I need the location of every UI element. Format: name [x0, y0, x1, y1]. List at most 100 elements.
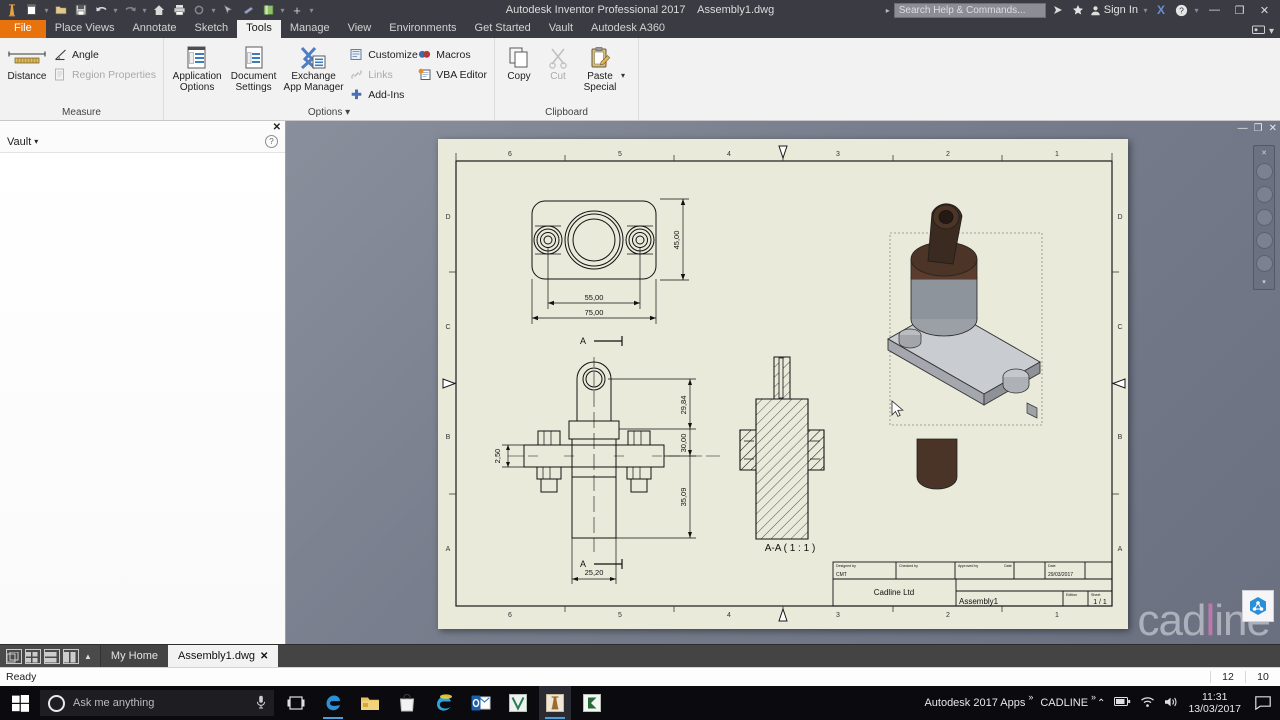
help-icon[interactable]: ? — [1173, 3, 1189, 18]
exchange-app-manager-button[interactable]: Exchange App Manager — [281, 42, 346, 93]
vault-v-icon[interactable] — [502, 686, 534, 720]
measure-icon[interactable] — [239, 2, 257, 19]
tab-tools[interactable]: Tools — [237, 20, 281, 38]
zoom-icon[interactable] — [1255, 209, 1273, 226]
inventor-icon[interactable] — [539, 686, 571, 720]
open-icon[interactable] — [52, 2, 70, 19]
exchange-icon[interactable]: X — [1153, 3, 1169, 18]
material-dropdown[interactable]: ▾ — [279, 6, 286, 15]
taskbar-clock[interactable]: 11:31 13/03/2017 — [1188, 691, 1241, 715]
store-icon[interactable] — [391, 686, 423, 720]
cadline-c-icon[interactable] — [576, 686, 608, 720]
vba-editor-button[interactable]: VBA Editor — [414, 66, 490, 83]
tile-cascade-icon[interactable] — [6, 648, 22, 664]
internet-explorer-icon[interactable] — [428, 686, 460, 720]
qat-dropdown[interactable]: ▾ — [308, 6, 315, 15]
tray-autodesk-apps[interactable]: Autodesk 2017 Apps » — [924, 692, 1033, 709]
microphone-icon[interactable] — [256, 695, 266, 712]
chevron-up-icon[interactable]: ⌃ — [1097, 698, 1105, 709]
document-close-button[interactable]: ✕ — [1269, 123, 1277, 134]
ribbon-display-icon[interactable] — [1251, 25, 1265, 38]
drawing-sheet[interactable]: 654 321 654 321 DCBA DCBA 45,00 55,00 75… — [438, 139, 1128, 629]
navbar-close-icon[interactable]: ✕ — [1261, 149, 1267, 157]
tab-sketch[interactable]: Sketch — [186, 20, 238, 38]
new-icon[interactable] — [23, 2, 41, 19]
vault-tree[interactable] — [0, 153, 285, 644]
material-icon[interactable] — [259, 2, 277, 19]
tray-autodesk-apps-chevron[interactable]: » — [1028, 692, 1033, 702]
search-taskbar-input[interactable]: Ask me anything — [40, 690, 274, 716]
outlook-icon[interactable] — [465, 686, 497, 720]
steering-wheel-icon[interactable] — [1255, 163, 1273, 180]
wifi-icon[interactable] — [1140, 696, 1155, 711]
task-view-icon[interactable] — [280, 686, 312, 720]
document-minimize-button[interactable]: — — [1238, 123, 1248, 134]
look-at-icon[interactable] — [1255, 255, 1273, 272]
update-icon[interactable] — [190, 2, 208, 19]
search-expander-icon[interactable]: ▸ — [886, 6, 890, 15]
share-icon[interactable] — [1050, 3, 1066, 18]
tab-file[interactable]: File — [0, 20, 46, 38]
update-dropdown[interactable]: ▾ — [210, 6, 217, 15]
tab-manage[interactable]: Manage — [281, 20, 339, 38]
tab-autodesk-a360[interactable]: Autodesk A360 — [582, 20, 674, 38]
options-panel-title[interactable]: Options ▾ — [168, 107, 490, 120]
help-dropdown[interactable]: ▾ — [1193, 6, 1200, 15]
options-panel-dropdown-icon[interactable]: ▾ — [345, 107, 350, 118]
redo-dropdown[interactable]: ▾ — [141, 6, 148, 15]
view-isometric[interactable] — [887, 203, 1041, 490]
ribbon-display-options[interactable]: ▾ — [1251, 25, 1280, 38]
vault-close-icon[interactable]: ✕ — [273, 122, 281, 133]
tab-vault[interactable]: Vault — [540, 20, 582, 38]
select-icon[interactable] — [219, 2, 237, 19]
new-dropdown[interactable]: ▾ — [43, 6, 50, 15]
doc-tab-my-home[interactable]: My Home — [101, 645, 168, 667]
undo-icon[interactable] — [92, 2, 110, 19]
tray-cadline-chevron[interactable]: » — [1091, 692, 1096, 702]
tab-view[interactable]: View — [339, 20, 381, 38]
battery-icon[interactable] — [1114, 696, 1131, 710]
vault-dropdown-icon[interactable]: ▾ — [34, 137, 38, 146]
doc-tab-close-icon[interactable]: ✕ — [260, 651, 268, 662]
undo-dropdown[interactable]: ▾ — [112, 6, 119, 15]
tile-vertical-icon[interactable] — [63, 648, 79, 664]
document-settings-button[interactable]: Document Settings — [226, 42, 281, 93]
tab-get-started[interactable]: Get Started — [466, 20, 540, 38]
sign-in-button[interactable]: Sign In — [1090, 4, 1138, 16]
navigation-bar[interactable]: ✕ ▾ — [1253, 145, 1275, 290]
angle-button[interactable]: Angle — [50, 46, 159, 63]
file-explorer-icon[interactable] — [354, 686, 386, 720]
tab-place-views[interactable]: Place Views — [46, 20, 124, 38]
tile-horizontal-icon[interactable] — [44, 648, 60, 664]
home-icon[interactable] — [150, 2, 168, 19]
minimize-button[interactable]: — — [1204, 0, 1225, 20]
save-icon[interactable] — [72, 2, 90, 19]
document-restore-button[interactable]: ❐ — [1254, 123, 1263, 134]
tab-environments[interactable]: Environments — [380, 20, 465, 38]
doc-tab-assembly1[interactable]: Assembly1.dwg ✕ — [167, 645, 279, 667]
add-ins-button[interactable]: Add-Ins — [346, 86, 414, 103]
tile-grid-icon[interactable] — [25, 648, 41, 664]
pan-icon[interactable] — [1255, 186, 1273, 203]
close-button[interactable]: ✕ — [1254, 0, 1275, 20]
vault-help-icon[interactable]: ? — [265, 135, 278, 148]
application-options-button[interactable]: Application Options — [168, 42, 226, 93]
windows-logo-icon[interactable] — [0, 686, 40, 720]
drawing-canvas[interactable]: — ❐ ✕ ✕ ▾ 6 5 4 3 2 1 6 5 4 3 2 1 D C B … — [286, 121, 1280, 644]
volume-icon[interactable] — [1164, 696, 1179, 711]
customize-add-icon[interactable]: + — [288, 2, 306, 19]
vault-logo-icon[interactable] — [1242, 590, 1274, 622]
signin-dropdown[interactable]: ▾ — [1142, 6, 1149, 15]
action-center-icon[interactable] — [1250, 686, 1276, 720]
customize-button[interactable]: Customize — [346, 46, 418, 63]
edge-icon[interactable] — [317, 686, 349, 720]
search-input[interactable]: Search Help & Commands... — [893, 2, 1046, 18]
print-icon[interactable] — [170, 2, 188, 19]
expand-icon[interactable]: ▲ — [82, 652, 94, 661]
distance-button[interactable]: Distance — [4, 42, 50, 82]
tray-cadline[interactable]: CADLINE » — [1040, 692, 1096, 709]
paste-special-dropdown-icon[interactable]: ▾ — [621, 70, 625, 81]
macros-button[interactable]: Macros — [414, 46, 490, 63]
tab-annotate[interactable]: Annotate — [123, 20, 185, 38]
favorites-star-icon[interactable] — [1070, 3, 1086, 18]
